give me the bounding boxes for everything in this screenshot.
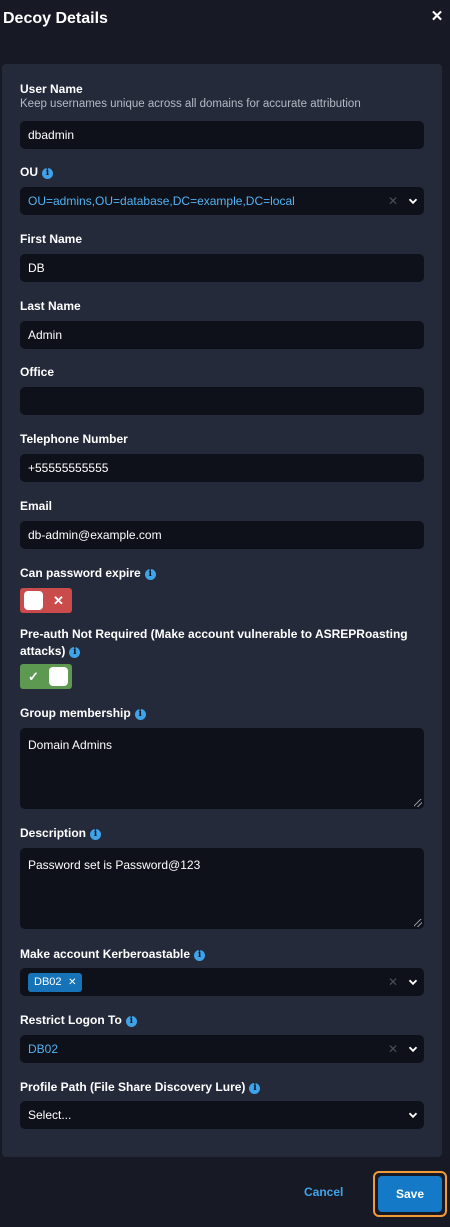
info-icon[interactable]: i (69, 647, 81, 658)
info-icon[interactable]: i (125, 1016, 137, 1027)
toggle-knob (24, 591, 43, 610)
ou-select[interactable]: OU=admins,OU=database,DC=example,DC=loca… (20, 187, 424, 215)
password-expire-toggle[interactable]: ✕ (20, 588, 72, 613)
chevron-down-icon[interactable] (408, 196, 418, 206)
office-label: Office (20, 365, 55, 379)
description-textarea[interactable]: Password set is Password@123 (20, 848, 424, 929)
kerberoastable-multiselect[interactable]: DB02 ✕ ✕ (20, 968, 424, 996)
info-icon[interactable]: i (42, 168, 53, 179)
checkmark-icon: ✓ (28, 669, 39, 684)
dialog-footer: Cancel Save (0, 1157, 450, 1227)
chevron-down-icon[interactable] (408, 1110, 418, 1120)
chip-remove-icon[interactable]: ✕ (68, 973, 76, 992)
last-name-label: Last Name (20, 299, 81, 313)
last-name-input[interactable]: Admin (20, 321, 424, 349)
email-label: Email (20, 499, 53, 513)
username-label: User Name (20, 82, 83, 96)
preauth-label: Pre-auth Not Required (Make account vuln… (20, 626, 420, 660)
chevron-down-icon[interactable] (408, 977, 418, 987)
clear-icon[interactable]: ✕ (388, 968, 398, 996)
restrict-logon-select[interactable]: DB02 ✕ (20, 1035, 424, 1063)
ou-label: OU i (20, 165, 53, 179)
restrict-logon-label-text: Restrict Logon To (20, 1013, 122, 1027)
toggle-knob (49, 667, 68, 686)
info-icon[interactable]: i (194, 950, 206, 961)
chip-label: DB02 (34, 976, 62, 988)
chevron-down-icon[interactable] (408, 1044, 418, 1054)
close-icon[interactable]: ✕ (428, 8, 446, 26)
info-icon[interactable]: i (249, 1083, 261, 1094)
profile-path-label: Profile Path (File Share Discovery Lure)… (20, 1080, 261, 1094)
group-membership-textarea[interactable]: Domain Admins (20, 728, 424, 809)
dialog-title: Decoy Details (3, 10, 108, 27)
resize-handle[interactable] (414, 919, 422, 927)
clear-icon[interactable]: ✕ (388, 1035, 398, 1063)
info-icon[interactable]: i (134, 709, 146, 720)
profile-path-label-text: Profile Path (File Share Discovery Lure) (20, 1080, 246, 1094)
dialog-header: Decoy Details ✕ (0, 0, 450, 44)
ou-select-value: OU=admins,OU=database,DC=example,DC=loca… (28, 194, 295, 208)
clear-icon[interactable]: ✕ (388, 187, 398, 215)
group-membership-label: Group membership i (20, 706, 146, 720)
profile-path-select[interactable]: Select... (20, 1101, 424, 1129)
first-name-label: First Name (20, 232, 83, 246)
first-name-input[interactable]: DB (20, 254, 424, 282)
group-membership-value: Domain Admins (28, 738, 113, 752)
x-icon: ✕ (53, 593, 64, 608)
description-value: Password set is Password@123 (28, 858, 201, 872)
info-icon[interactable]: i (90, 829, 102, 840)
decoy-form-panel: User Name Keep usernames unique across a… (2, 64, 442, 1157)
telephone-input[interactable]: +55555555555 (20, 454, 424, 482)
save-focus-outline: Save (373, 1171, 447, 1217)
description-label: Description i (20, 826, 102, 840)
selected-chip: DB02 ✕ (28, 973, 82, 992)
password-expire-label: Can password expire i (20, 566, 156, 580)
restrict-logon-value: DB02 (28, 1042, 59, 1056)
profile-path-placeholder: Select... (28, 1108, 72, 1122)
password-expire-label-text: Can password expire (20, 566, 141, 580)
resize-handle[interactable] (414, 799, 422, 807)
email-input[interactable]: db-admin@example.com (20, 521, 424, 549)
ou-label-text: OU (20, 165, 38, 179)
kerberoastable-label-text: Make account Kerberoastable (20, 947, 191, 961)
office-input[interactable] (20, 387, 424, 415)
telephone-label: Telephone Number (20, 432, 128, 446)
username-input[interactable]: dbadmin (20, 121, 424, 149)
kerberoastable-label: Make account Kerberoastable i (20, 947, 206, 961)
cancel-button[interactable]: Cancel (304, 1185, 343, 1199)
preauth-toggle[interactable]: ✓ (20, 664, 72, 689)
info-icon[interactable]: i (144, 569, 156, 580)
group-membership-label-text: Group membership (20, 706, 131, 720)
description-label-text: Description (20, 826, 87, 840)
username-hint: Keep usernames unique across all domains… (20, 98, 361, 110)
restrict-logon-label: Restrict Logon To i (20, 1013, 137, 1027)
save-button[interactable]: Save (378, 1176, 442, 1212)
